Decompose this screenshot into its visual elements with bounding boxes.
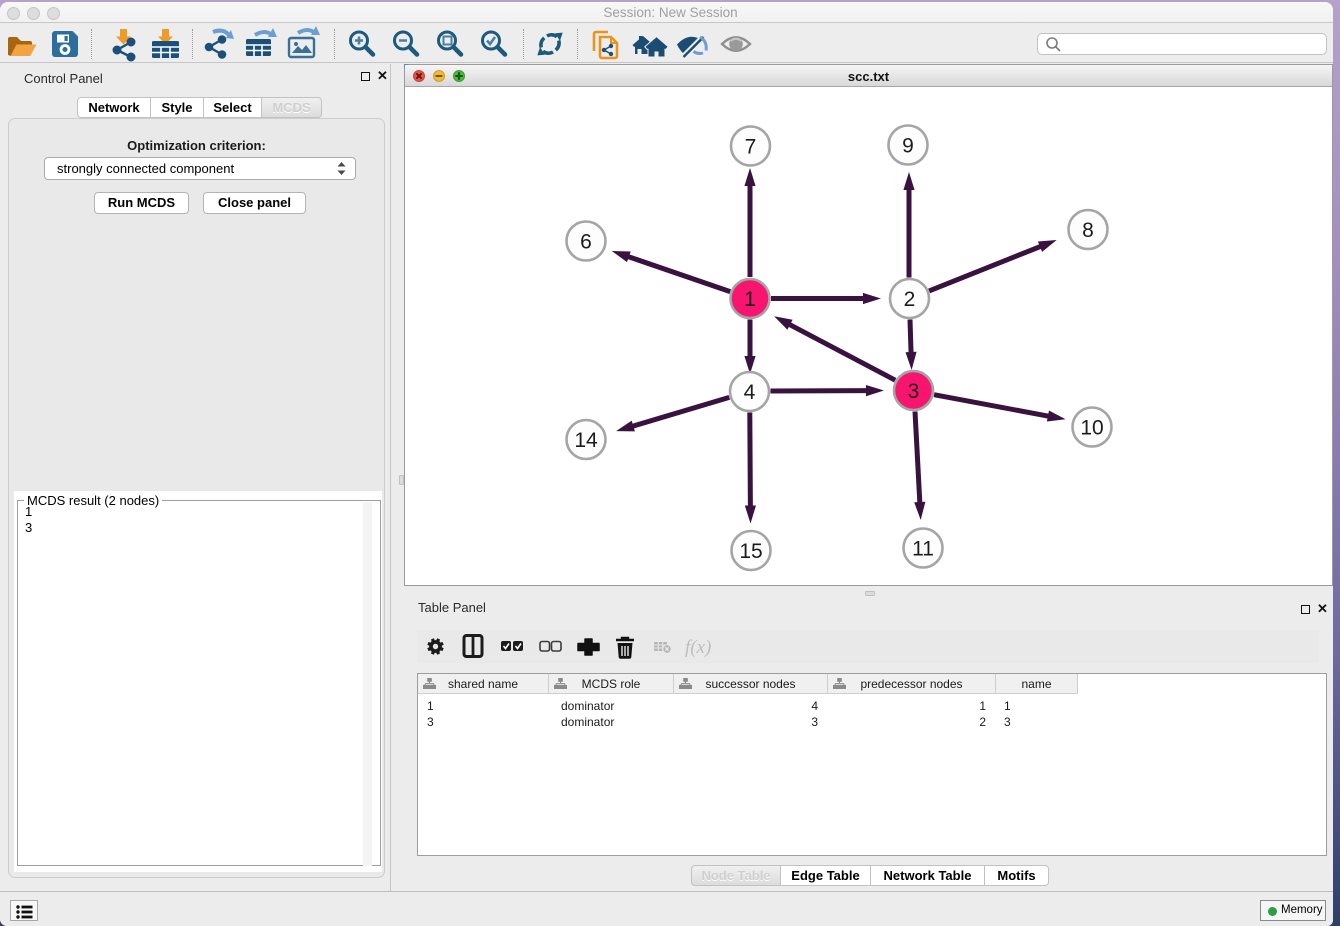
svg-text:8: 8 xyxy=(1082,219,1094,242)
svg-text:1: 1 xyxy=(744,288,756,311)
svg-text:3: 3 xyxy=(908,380,920,403)
svg-text:6: 6 xyxy=(580,231,592,254)
svg-text:15: 15 xyxy=(739,540,762,563)
svg-text:10: 10 xyxy=(1080,417,1103,440)
svg-text:4: 4 xyxy=(744,381,756,404)
svg-text:f(x): f(x) xyxy=(685,637,711,658)
svg-text:11: 11 xyxy=(912,538,934,561)
svg-text:2: 2 xyxy=(904,288,916,311)
svg-text:14: 14 xyxy=(574,429,598,452)
svg-text:7: 7 xyxy=(745,136,757,159)
svg-text:9: 9 xyxy=(902,135,914,158)
